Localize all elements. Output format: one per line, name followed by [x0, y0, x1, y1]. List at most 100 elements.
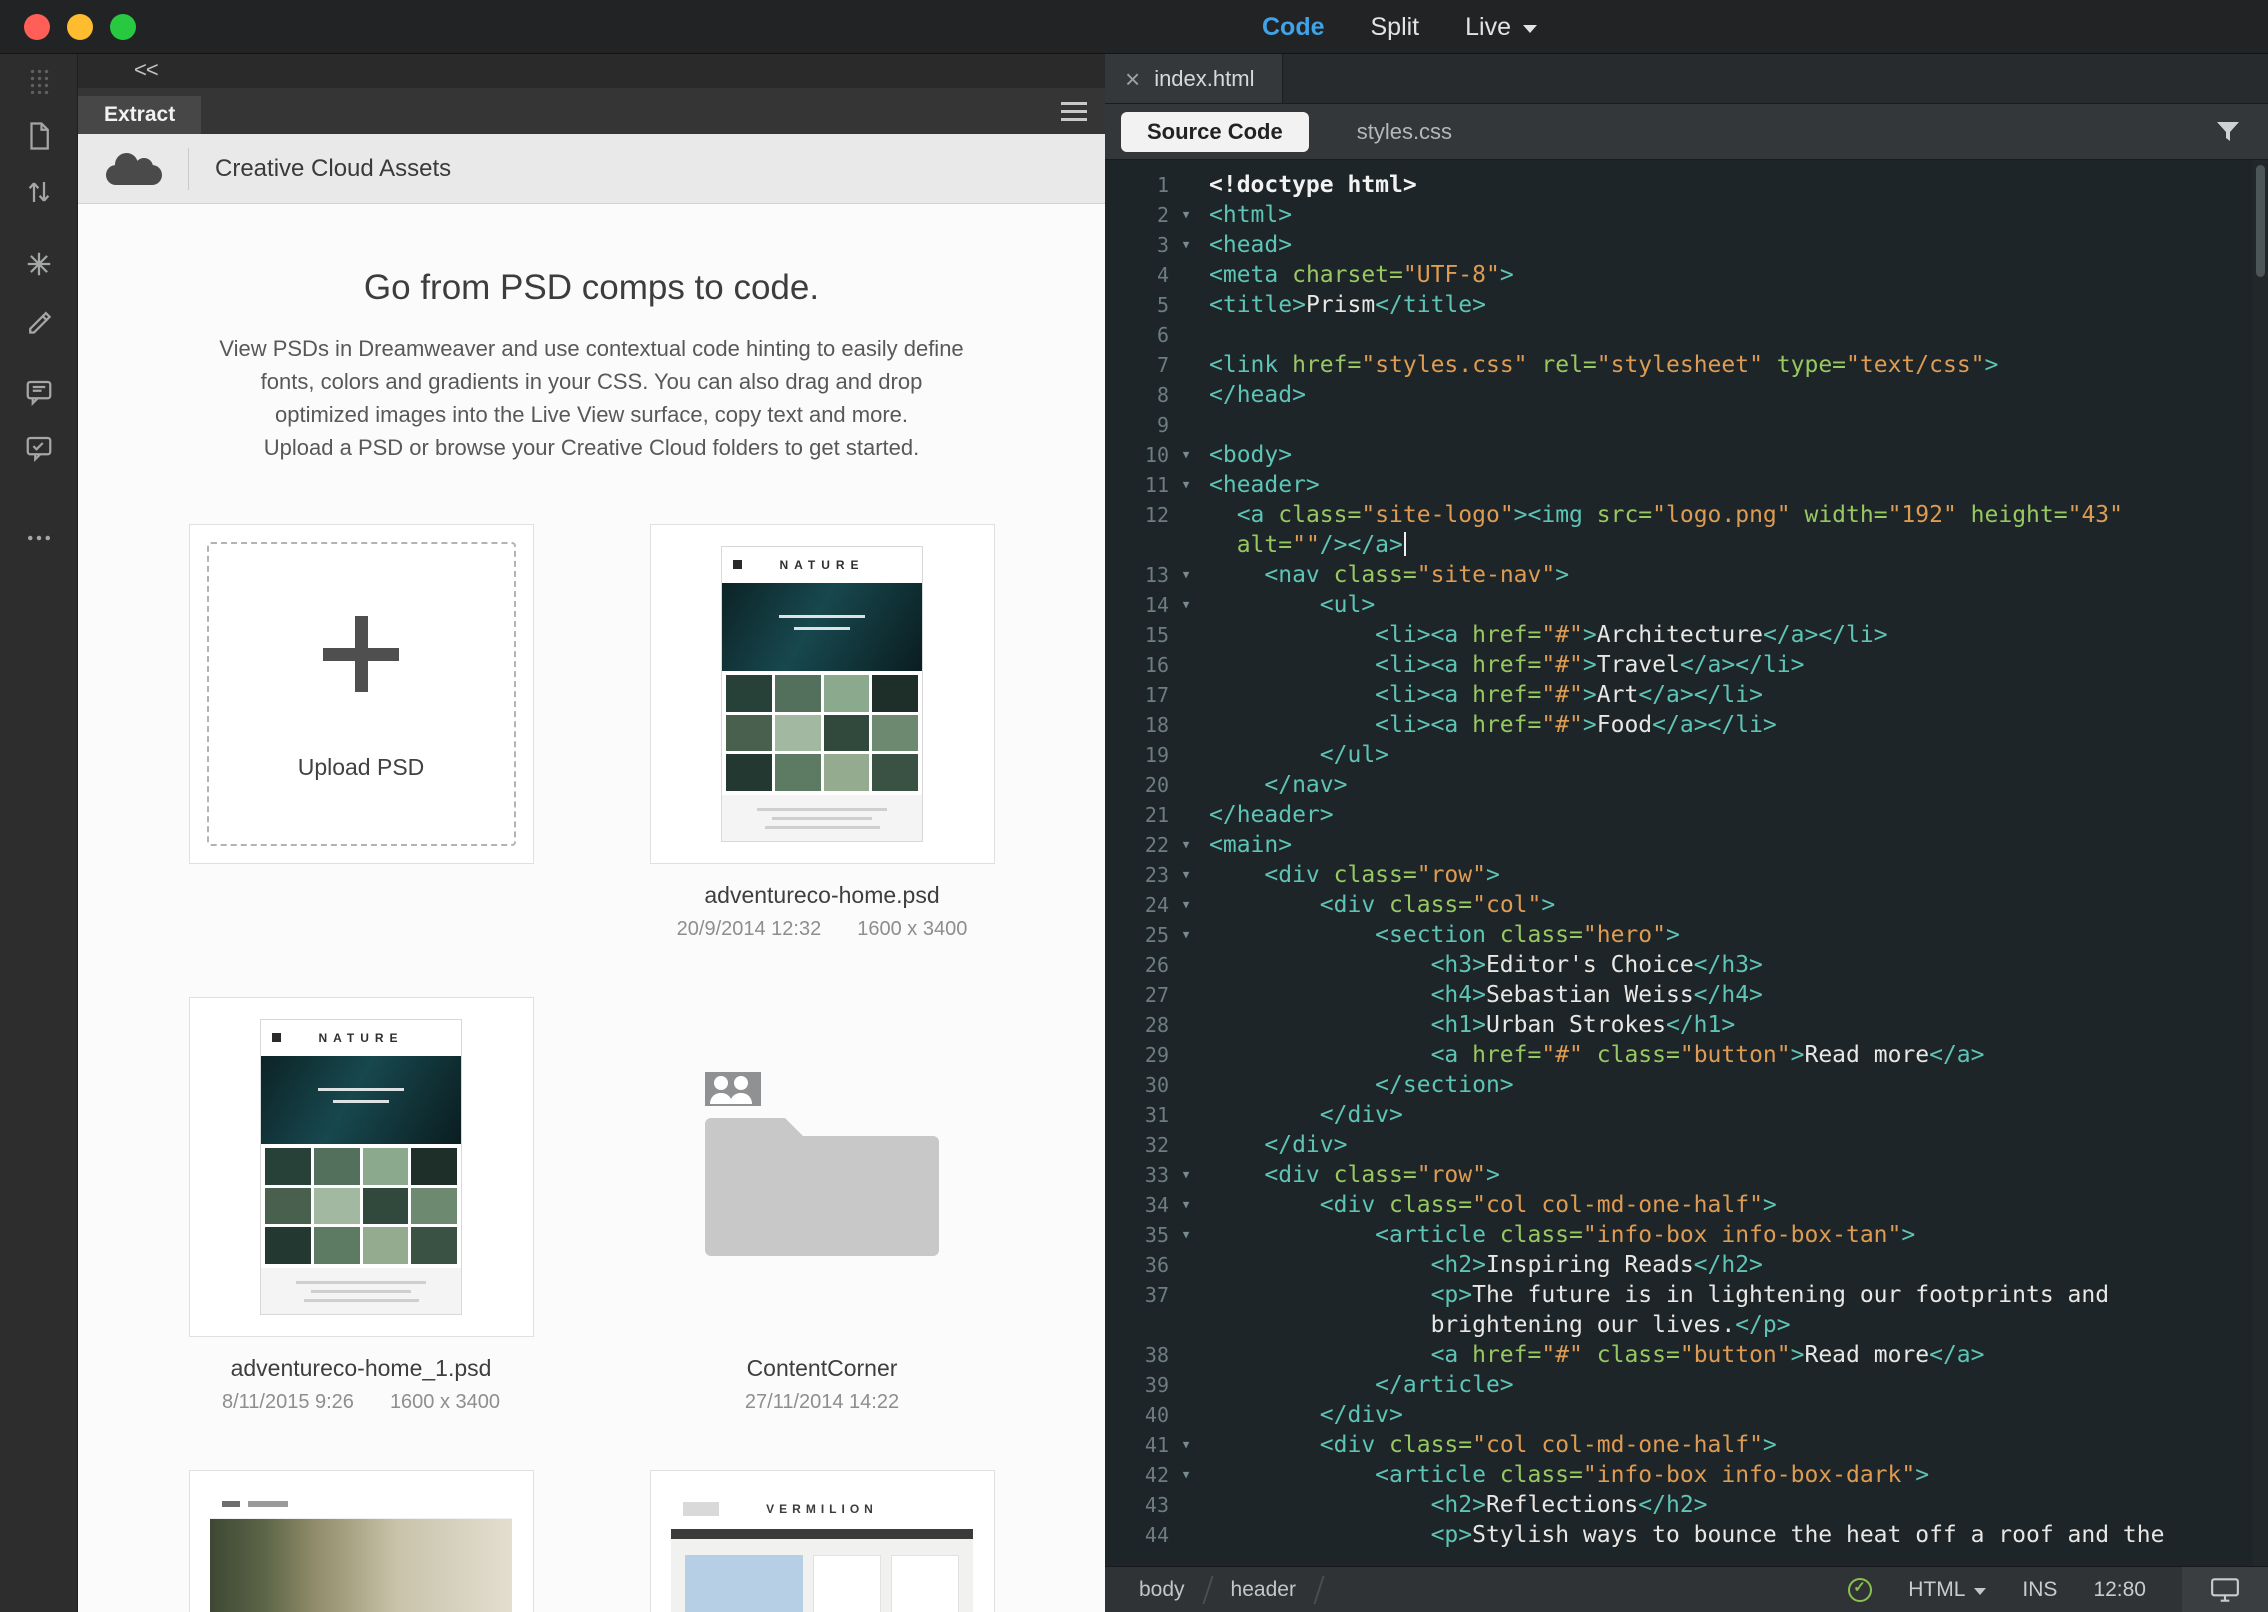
- code-line[interactable]: 30 </section>: [1105, 1070, 2268, 1100]
- code-line[interactable]: 6: [1105, 320, 2268, 350]
- document-tab-index-html[interactable]: × index.html: [1105, 54, 1284, 103]
- tab-extract[interactable]: Extract: [78, 96, 202, 134]
- code-fold-arrow-icon[interactable]: ▼: [1169, 200, 1203, 230]
- code-fold-arrow-icon[interactable]: ▼: [1169, 590, 1203, 620]
- code-fold-arrow-icon[interactable]: ▼: [1169, 860, 1203, 890]
- code-line[interactable]: 4 <meta charset="UTF-8">: [1105, 260, 2268, 290]
- code-fold-arrow-icon[interactable]: ▼: [1169, 830, 1203, 860]
- code-line[interactable]: 37 <p>The future is in lightening our fo…: [1105, 1280, 2268, 1310]
- code-line[interactable]: 10 ▼ <body>: [1105, 440, 2268, 470]
- code-fold-arrow-icon[interactable]: ▼: [1169, 1460, 1203, 1490]
- code-line[interactable]: 23 ▼ <div class="row">: [1105, 860, 2268, 890]
- code-line[interactable]: 5 <title>Prism</title>: [1105, 290, 2268, 320]
- zoom-window-button[interactable]: [110, 13, 136, 40]
- code-fold-arrow-icon[interactable]: ▼: [1169, 470, 1203, 500]
- code-fold-arrow-icon[interactable]: ▼: [1169, 1430, 1203, 1460]
- minimize-window-button[interactable]: [67, 13, 93, 40]
- code-line[interactable]: 13 ▼ <nav class="site-nav">: [1105, 560, 2268, 590]
- asset-name[interactable]: ContentCorner: [650, 1355, 995, 1382]
- code-line[interactable]: 42 ▼ <article class="info-box info-box-da…: [1105, 1460, 2268, 1490]
- code-line[interactable]: alt=""/></a>: [1105, 530, 2268, 560]
- code-line[interactable]: 9: [1105, 410, 2268, 440]
- related-file-styles-css[interactable]: styles.css: [1357, 119, 1452, 145]
- files-swap-icon[interactable]: [15, 164, 63, 220]
- panel-menu-icon[interactable]: [1061, 102, 1087, 126]
- asset-name[interactable]: adventureco-home_1.psd: [189, 1355, 534, 1382]
- code-line[interactable]: 17 <li><a href="#">Art</a></li>: [1105, 680, 2268, 710]
- asset-card-contentcorner[interactable]: [650, 997, 995, 1337]
- code-fold-arrow-icon[interactable]: ▼: [1169, 1190, 1203, 1220]
- code-line[interactable]: 7 <link href="styles.css" rel="stylesheet…: [1105, 350, 2268, 380]
- code-line[interactable]: brightening our lives.</p>: [1105, 1310, 2268, 1340]
- code-fold-arrow-icon[interactable]: ▼: [1169, 1160, 1203, 1190]
- collapse-panel-button[interactable]: <<: [78, 54, 1105, 88]
- code-line[interactable]: 22 ▼ <main>: [1105, 830, 2268, 860]
- code-fold-arrow-icon[interactable]: ▼: [1169, 440, 1203, 470]
- code-line[interactable]: 36 <h2>Inspiring Reads</h2>: [1105, 1250, 2268, 1280]
- code-line[interactable]: 24 ▼ <div class="col">: [1105, 890, 2268, 920]
- code-line[interactable]: 26 <h3>Editor's Choice</h3>: [1105, 950, 2268, 980]
- code-line[interactable]: 40 </div>: [1105, 1400, 2268, 1430]
- code-line[interactable]: 19 </ul>: [1105, 740, 2268, 770]
- code-line[interactable]: 15 <li><a href="#">Architecture</a></li>: [1105, 620, 2268, 650]
- close-icon[interactable]: ×: [1125, 66, 1140, 92]
- asset-card-partial-vermilion[interactable]: VERMILION: [649, 1470, 995, 1612]
- code-line[interactable]: 25 ▼ <section class="hero">: [1105, 920, 2268, 950]
- code-fold-arrow-icon[interactable]: ▼: [1169, 920, 1203, 950]
- code-fold-arrow-icon[interactable]: ▼: [1169, 1220, 1203, 1250]
- code-fold-arrow-icon[interactable]: ▼: [1169, 230, 1203, 260]
- panel-grip-icon[interactable]: [28, 68, 49, 94]
- code-line[interactable]: 35 ▼ <article class="info-box info-box-ta…: [1105, 1220, 2268, 1250]
- asset-card-adventureco-home[interactable]: NATURE: [649, 524, 995, 864]
- asset-name[interactable]: adventureco-home.psd: [650, 882, 995, 909]
- code-line[interactable]: 34 ▼ <div class="col col-md-one-half">: [1105, 1190, 2268, 1220]
- code-fold-arrow-icon[interactable]: ▼: [1169, 560, 1203, 590]
- code-line[interactable]: 41 ▼ <div class="col col-md-one-half">: [1105, 1430, 2268, 1460]
- code-fold-arrow-icon[interactable]: ▼: [1169, 890, 1203, 920]
- asset-card-partial-interior[interactable]: [188, 1470, 534, 1612]
- code-line[interactable]: 20 </nav>: [1105, 770, 2268, 800]
- code-view-button[interactable]: Code: [1262, 13, 1325, 42]
- code-line[interactable]: 43 <h2>Reflections</h2>: [1105, 1490, 2268, 1520]
- code-line[interactable]: 8 </head>: [1105, 380, 2268, 410]
- tag-selector-header[interactable]: header: [1219, 1567, 1330, 1612]
- more-icon[interactable]: [15, 510, 63, 566]
- code-line[interactable]: 12 <a class="site-logo"><img src="logo.p…: [1105, 500, 2268, 530]
- code-line[interactable]: 38 <a href="#" class="button">Read more<…: [1105, 1340, 2268, 1370]
- filter-icon[interactable]: [2214, 118, 2242, 151]
- code-line[interactable]: 14 ▼ <ul>: [1105, 590, 2268, 620]
- code-line[interactable]: 44 <p>Stylish ways to bounce the heat of…: [1105, 1520, 2268, 1550]
- code-line[interactable]: 3 ▼ <head>: [1105, 230, 2268, 260]
- code-line[interactable]: 2 ▼ <html>: [1105, 200, 2268, 230]
- comments-icon[interactable]: [15, 364, 63, 420]
- code-fold-arrow-icon: [1169, 1100, 1203, 1130]
- asset-card-adventureco-home-1[interactable]: NATURE: [188, 997, 534, 1337]
- code-line[interactable]: 1 <!doctype html>: [1105, 170, 2268, 200]
- code-line[interactable]: 18 <li><a href="#">Food</a></li>: [1105, 710, 2268, 740]
- code-line[interactable]: 33 ▼ <div class="row">: [1105, 1160, 2268, 1190]
- related-file-source-code[interactable]: Source Code: [1121, 111, 1309, 152]
- code-line[interactable]: 28 <h1>Urban Strokes</h1>: [1105, 1010, 2268, 1040]
- code-line[interactable]: 32 </div>: [1105, 1130, 2268, 1160]
- code-line[interactable]: 11 ▼ <header>: [1105, 470, 2268, 500]
- split-view-button[interactable]: Split: [1371, 13, 1420, 42]
- code-line[interactable]: 29 <a href="#" class="button">Read more<…: [1105, 1040, 2268, 1070]
- insert-icon[interactable]: [15, 108, 63, 164]
- code-line[interactable]: 21 </header>: [1105, 800, 2268, 830]
- format-pen-icon[interactable]: [15, 292, 63, 348]
- extract-tools-icon[interactable]: [15, 236, 63, 292]
- scrollbar-thumb[interactable]: [2256, 165, 2265, 277]
- code-view[interactable]: 1 <!doctype html> 2 ▼ <html> 3 ▼ <head> 4 <meta c…: [1105, 160, 2268, 1566]
- real-time-preview-button[interactable]: [2182, 1566, 2268, 1612]
- code-line[interactable]: 39 </article>: [1105, 1370, 2268, 1400]
- vertical-scrollbar[interactable]: [2253, 160, 2268, 1566]
- code-line[interactable]: 27 <h4>Sebastian Weiss</h4>: [1105, 980, 2268, 1010]
- live-view-button[interactable]: Live: [1465, 13, 1538, 42]
- tag-selector-body[interactable]: body: [1127, 1567, 1219, 1612]
- review-icon[interactable]: [15, 420, 63, 476]
- code-line[interactable]: 31 </div>: [1105, 1100, 2268, 1130]
- code-line[interactable]: 16 <li><a href="#">Travel</a></li>: [1105, 650, 2268, 680]
- doctype-selector[interactable]: HTML: [1908, 1578, 1987, 1602]
- close-window-button[interactable]: [24, 13, 50, 40]
- upload-psd-dropzone[interactable]: Upload PSD: [188, 524, 534, 864]
